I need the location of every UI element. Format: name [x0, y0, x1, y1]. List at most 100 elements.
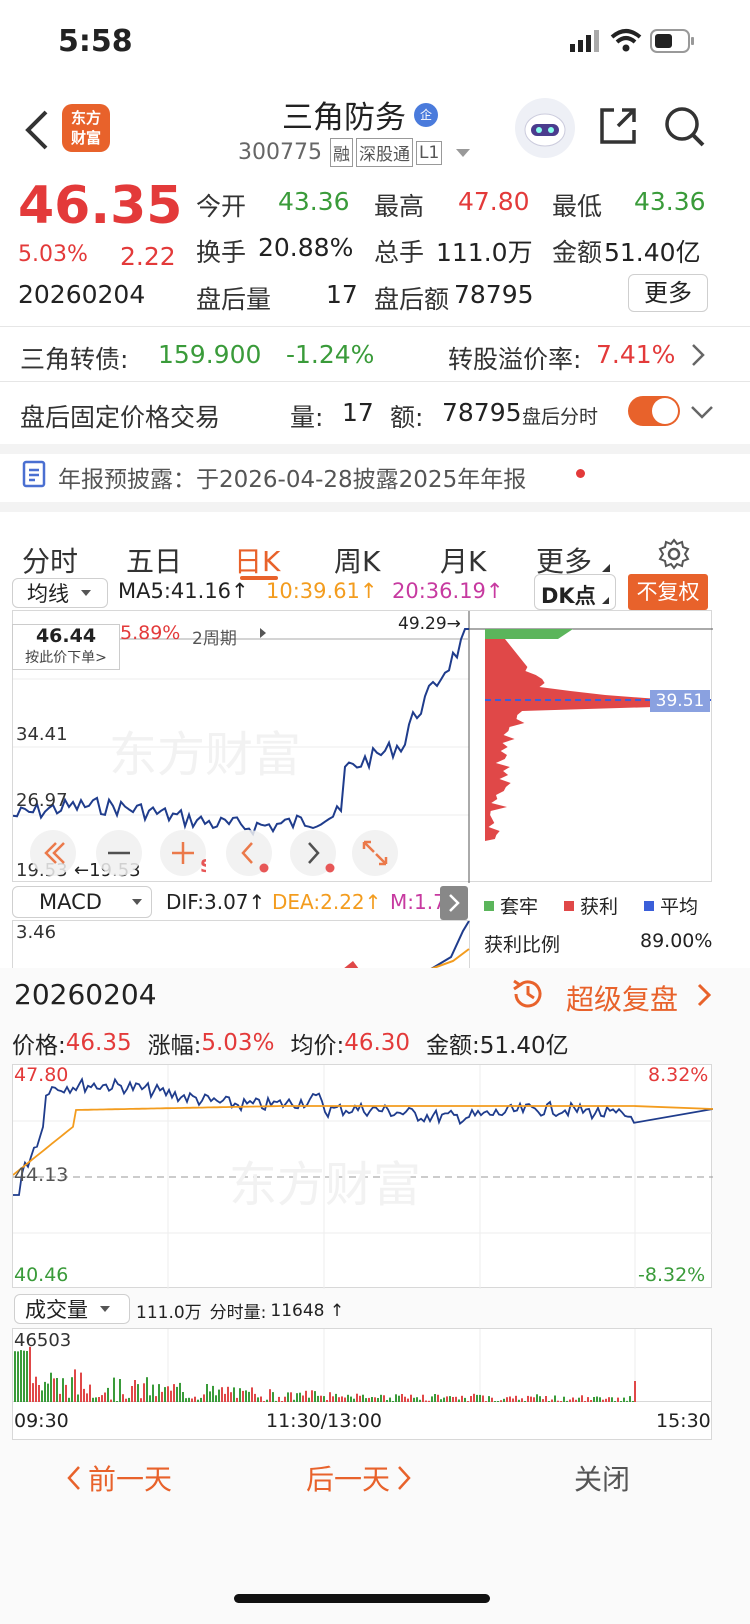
intraday-right-top: 8.32% — [648, 1064, 709, 1086]
logo-line-1: 东方 — [70, 109, 101, 127]
tooltip-price: 46.44 — [35, 625, 97, 647]
volume-value: 111.0万 — [436, 238, 533, 267]
afterhours-toggle[interactable] — [628, 396, 680, 426]
replay-pct: 5.03% — [201, 1030, 275, 1056]
page-title: 三角防务 — [282, 100, 406, 136]
afterhours-volume-value: 17 — [326, 280, 358, 309]
low-label: 最低 — [552, 192, 603, 221]
close-button[interactable]: 关闭 — [574, 1458, 630, 1498]
afterhours-amount-label: 盘后额 — [374, 285, 450, 314]
ma20-value: 20:36.19↑ — [392, 579, 504, 603]
zoom-out-button[interactable] — [96, 830, 142, 876]
next-day-button[interactable]: 后一天 — [306, 1458, 412, 1498]
intraday-chart[interactable]: 东方财富 — [12, 1064, 713, 1289]
share-icon[interactable] — [596, 104, 640, 148]
expand-button[interactable] — [352, 830, 398, 876]
settings-gear-icon[interactable] — [658, 538, 690, 570]
volume-indicator-select[interactable]: 成交量 — [14, 1294, 130, 1324]
ah-timeshare-label: 盘后分时 — [522, 406, 599, 428]
replay-amt-label: 金额: — [426, 1033, 480, 1059]
chevron-right-icon — [398, 1466, 411, 1490]
ma5-value: MA5:41.16↑ — [118, 579, 249, 603]
dk-point-label: DK点 — [541, 584, 596, 608]
volume-chart[interactable] — [12, 1328, 712, 1403]
macd-indicator-select[interactable]: MACD — [12, 886, 152, 918]
open-label: 今开 — [196, 192, 247, 221]
intraday-right-bottom: -8.32% — [638, 1264, 706, 1286]
intraday-y-mid: 44.13 — [14, 1164, 69, 1186]
ma-indicator-select[interactable]: 均线 — [12, 578, 108, 608]
home-indicator — [234, 1594, 490, 1603]
enterprise-badge: 企 — [414, 102, 438, 127]
collapse-panel-button[interactable] — [440, 886, 468, 920]
volume-total: 111.0万 — [136, 1303, 202, 1323]
tag-shenzhen-connect: 深股通 — [355, 138, 413, 167]
tab-weekly-k[interactable]: 周K — [334, 540, 380, 580]
replay-price: 46.35 — [65, 1030, 132, 1056]
notice-text[interactable]: 年报预披露：于2026-04-28披露2025年年报 — [58, 460, 526, 494]
change-amount: 2.22 — [120, 242, 176, 271]
tab-five-day[interactable]: 五日 — [126, 540, 182, 580]
bond-label: 三角转债: — [20, 345, 129, 374]
volume-svg — [14, 1329, 636, 1403]
step-forward-button[interactable] — [290, 830, 336, 876]
high-label: 最高 — [374, 192, 425, 221]
open-value: 43.36 — [278, 187, 350, 216]
premium-value: 7.41% — [596, 340, 676, 369]
search-icon[interactable] — [662, 104, 706, 148]
chip-trapped-area — [485, 629, 573, 639]
amount-value: 51.40亿 — [604, 238, 701, 267]
replay-avg: 46.30 — [344, 1030, 411, 1056]
premium-label: 转股溢价率: — [448, 345, 582, 374]
tab-more-caret-icon — [602, 564, 610, 572]
back-button[interactable] — [22, 108, 52, 152]
ma10-value: 10:39.61↑ — [266, 579, 378, 603]
tab-monthly-k[interactable]: 月K — [440, 540, 486, 580]
afterhours-volume-label: 盘后量 — [196, 285, 272, 314]
interval-period[interactable]: 2周期 — [192, 624, 237, 649]
chevron-left-icon — [67, 1466, 80, 1490]
scroll-left-button[interactable] — [30, 830, 76, 876]
prev-day-label: 前一天 — [88, 1463, 173, 1496]
amount-label: 金额 — [552, 238, 603, 267]
legend-profit: 获利 — [580, 896, 619, 918]
bond-price: 159.900 — [158, 340, 262, 369]
tab-daily-k[interactable]: 日K — [234, 540, 280, 580]
legend-average-swatch — [644, 900, 655, 911]
intraday-watermark: 东方财富 — [229, 1157, 421, 1213]
macd-chart[interactable] — [12, 920, 470, 969]
prev-day-button[interactable]: 前一天 — [66, 1458, 172, 1498]
y-axis-label-1: 34.41 — [16, 724, 68, 745]
app-logo: 东方 财富 — [62, 104, 110, 152]
more-button[interactable]: 更多 — [628, 274, 708, 312]
time-end: 15:30 — [656, 1410, 711, 1432]
time-start: 09:30 — [14, 1410, 69, 1432]
dk-point-button[interactable]: DK点 — [534, 574, 616, 610]
profit-ratio-label: 获利比例 — [484, 934, 561, 956]
notice-dot — [576, 469, 585, 478]
replay-chevron-icon[interactable] — [696, 982, 712, 1008]
next-day-label: 后一天 — [306, 1463, 391, 1496]
macd-dif: DIF:3.07↑ — [166, 890, 266, 914]
intraday-y-top: 47.80 — [14, 1064, 69, 1086]
macd-y-label: 3.46 — [16, 922, 57, 943]
super-replay-button[interactable]: 超级复盘 — [566, 978, 678, 1018]
tooltip-order-text: 按此价下单> — [25, 650, 107, 666]
step-back-button[interactable] — [226, 830, 272, 876]
tab-timeshare[interactable]: 分时 — [22, 540, 78, 580]
notice-document-icon — [22, 460, 48, 488]
chevron-right-icon[interactable] — [690, 342, 706, 368]
change-percent: 5.03% — [18, 242, 88, 267]
macd-caret-icon — [131, 899, 142, 905]
zoom-in-button[interactable]: S — [160, 830, 206, 876]
dk-caret-icon — [602, 597, 609, 604]
bond-percent: -1.24% — [286, 340, 375, 369]
turnover-label: 换手 — [196, 238, 247, 267]
adjustment-button[interactable]: 不复权 — [628, 574, 708, 610]
macd-dea-line — [430, 948, 470, 969]
caret-down-icon[interactable] — [456, 148, 471, 157]
history-clock-icon — [510, 976, 546, 1012]
robot-assistant-icon[interactable] — [515, 98, 575, 158]
price-tooltip[interactable]: 46.44 按此价下单> — [12, 624, 120, 670]
chevron-down-icon[interactable] — [690, 404, 714, 420]
